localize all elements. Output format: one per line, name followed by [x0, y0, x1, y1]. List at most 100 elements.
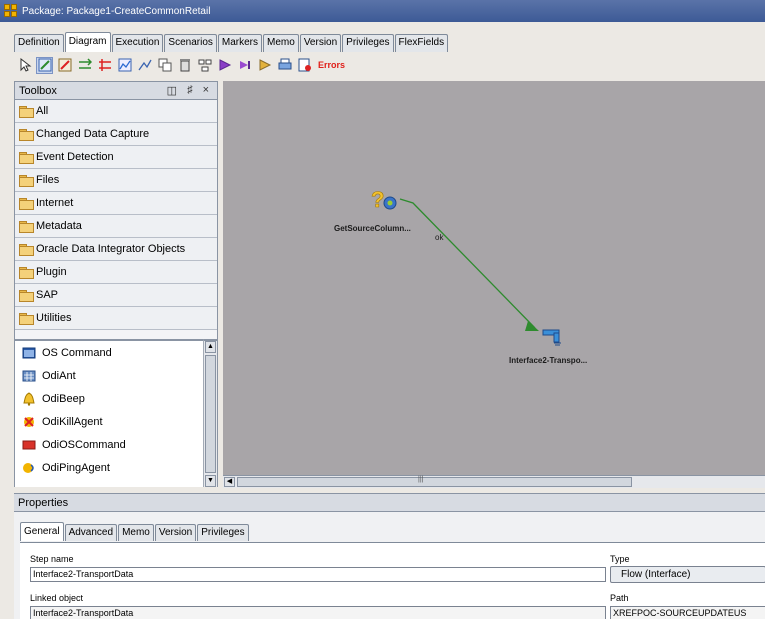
toolbox-panel: Toolbox ◫ ♯ × All Changed Data Capture E… [14, 81, 218, 487]
tab-version[interactable]: Version [299, 34, 342, 52]
folder-odi-objects[interactable]: Oracle Data Integrator Objects [15, 238, 217, 261]
next-step-ok-button[interactable] [36, 56, 53, 74]
folder-icon [19, 267, 34, 279]
restore-icon[interactable]: ◫ [167, 84, 177, 97]
tab-privileges[interactable]: Privileges [197, 524, 249, 541]
tool-odikillagent[interactable]: OdiKillAgent [15, 410, 203, 433]
pin-icon[interactable]: ♯ [187, 84, 193, 97]
folder-icon [19, 152, 34, 164]
scroll-down-icon[interactable]: ▼ [205, 475, 216, 487]
folder-icon [19, 198, 34, 210]
folder-icon [19, 129, 34, 141]
next-step-ko-button[interactable] [56, 57, 73, 74]
properties-tabs: General Advanced Memo Version Privileges [20, 522, 250, 541]
tab-markers[interactable]: Markers [217, 34, 263, 52]
folder-internet[interactable]: Internet [15, 192, 217, 215]
toolbox-header: Toolbox ◫ ♯ × [15, 82, 217, 100]
scroll-left-icon[interactable]: ◀ [224, 477, 235, 487]
odi-procedure-icon[interactable]: ? [371, 187, 397, 212]
debug-button[interactable] [256, 57, 273, 74]
tab-flexfields[interactable]: FlexFields [394, 34, 449, 52]
tab-scenarios[interactable]: Scenarios [164, 34, 217, 52]
scrollbar-grip-icon: ||| [418, 476, 424, 483]
tool-os-command[interactable]: OS Command [15, 341, 203, 364]
tool-odibeep[interactable]: OdiBeep [15, 387, 203, 410]
properties-title: Properties [18, 496, 69, 509]
path-label: Path [610, 593, 629, 603]
chart-button[interactable] [116, 57, 133, 74]
next-step-ok-icon [38, 58, 51, 72]
kill-agent-icon [24, 416, 34, 427]
folder-label: Files [36, 174, 60, 186]
delete-icon [179, 59, 190, 72]
link-ok-button[interactable] [76, 57, 93, 74]
delete-button[interactable] [176, 57, 193, 74]
next-step-ko-icon [58, 58, 71, 72]
execute-step-button[interactable] [216, 57, 233, 74]
tool-label: OS Command [42, 346, 112, 359]
folder-sap[interactable]: SAP [15, 284, 217, 307]
folder-label: Metadata [36, 220, 82, 232]
tab-diagram[interactable]: Diagram [64, 32, 111, 52]
select-icon [20, 58, 31, 72]
type-select[interactable]: Flow (Interface) [610, 566, 765, 583]
scrollbar-thumb[interactable] [205, 355, 216, 473]
command-icon [22, 440, 36, 449]
folder-changed-data-capture[interactable]: Changed Data Capture [15, 123, 217, 146]
scroll-up-icon[interactable]: ▲ [205, 341, 216, 353]
line-button[interactable] [136, 57, 153, 74]
folder-utilities[interactable]: Utilities [15, 307, 217, 330]
link-arrowhead-icon [525, 321, 539, 331]
folder-plugin[interactable]: Plugin [15, 261, 217, 284]
run-button[interactable] [236, 57, 253, 74]
scrollbar-thumb[interactable] [237, 477, 632, 487]
folder-event-detection[interactable]: Event Detection [15, 146, 217, 169]
tool-label: OdiKillAgent [42, 415, 103, 428]
folder-label: Oracle Data Integrator Objects [36, 243, 186, 255]
duplicate-button[interactable] [156, 57, 173, 74]
folder-files[interactable]: Files [15, 169, 217, 192]
step-name-field[interactable]: Interface2-TransportData [30, 567, 606, 582]
view-errors-button[interactable] [296, 57, 313, 74]
tool-odioscommand[interactable]: OdiOSCommand [15, 433, 203, 456]
arrange-button[interactable] [196, 57, 213, 74]
node-label-interface2[interactable]: Interface2-Transpo... [509, 356, 587, 365]
toolbox-scrollbar[interactable]: ▲ ▼ [203, 339, 217, 487]
interface-icon[interactable] [542, 329, 561, 346]
link-label-ok: ok [435, 233, 444, 242]
tab-memo[interactable]: Memo [118, 524, 154, 541]
ok-link-line[interactable] [399, 198, 536, 329]
tool-odipingagent[interactable]: OdiPingAgent [15, 456, 203, 479]
node-label-getsourcecolumn[interactable]: GetSourceColumn... [334, 224, 411, 233]
tool-label: OdiOSCommand [42, 438, 126, 451]
tab-general[interactable]: General [20, 522, 64, 541]
tab-version[interactable]: Version [154, 524, 197, 541]
folder-metadata[interactable]: Metadata [15, 215, 217, 238]
bell-icon [23, 391, 35, 406]
run-icon [239, 61, 250, 69]
properties-body: Step name Interface2-TransportData Type … [20, 542, 765, 619]
arrange-icon [198, 59, 211, 72]
window-titlebar: Package: Package1-CreateCommonRetail [0, 0, 765, 22]
errors-icon [298, 58, 311, 72]
folder-label: Changed Data Capture [36, 128, 150, 140]
errors-label[interactable]: Errors [318, 60, 345, 70]
tab-privileges[interactable]: Privileges [342, 34, 394, 52]
diagram-canvas[interactable]: ? GetSourceColumn... ok Interface2-Trans… [223, 81, 765, 475]
linked-object-label: Linked object [30, 593, 84, 603]
close-icon[interactable]: × [203, 84, 209, 97]
path-field[interactable]: XREFPOC-SOURCEUPDATEUS [610, 606, 765, 619]
folder-all[interactable]: All [15, 100, 217, 123]
tab-memo[interactable]: Memo [263, 34, 299, 52]
tab-advanced[interactable]: Advanced [64, 524, 118, 541]
tab-execution[interactable]: Execution [111, 34, 164, 52]
tab-definition[interactable]: Definition [14, 34, 64, 52]
link-ko-button[interactable] [96, 57, 113, 74]
linked-object-field[interactable]: Interface2-TransportData [30, 606, 606, 619]
canvas-horizontal-scrollbar[interactable]: ◀ ||| [223, 475, 765, 488]
print-button[interactable] [276, 57, 293, 74]
package-icon [4, 4, 18, 18]
tool-odiant[interactable]: OdiAnt [15, 364, 203, 387]
tool-label: OdiPingAgent [42, 461, 110, 474]
select-tool-button[interactable] [16, 57, 33, 74]
